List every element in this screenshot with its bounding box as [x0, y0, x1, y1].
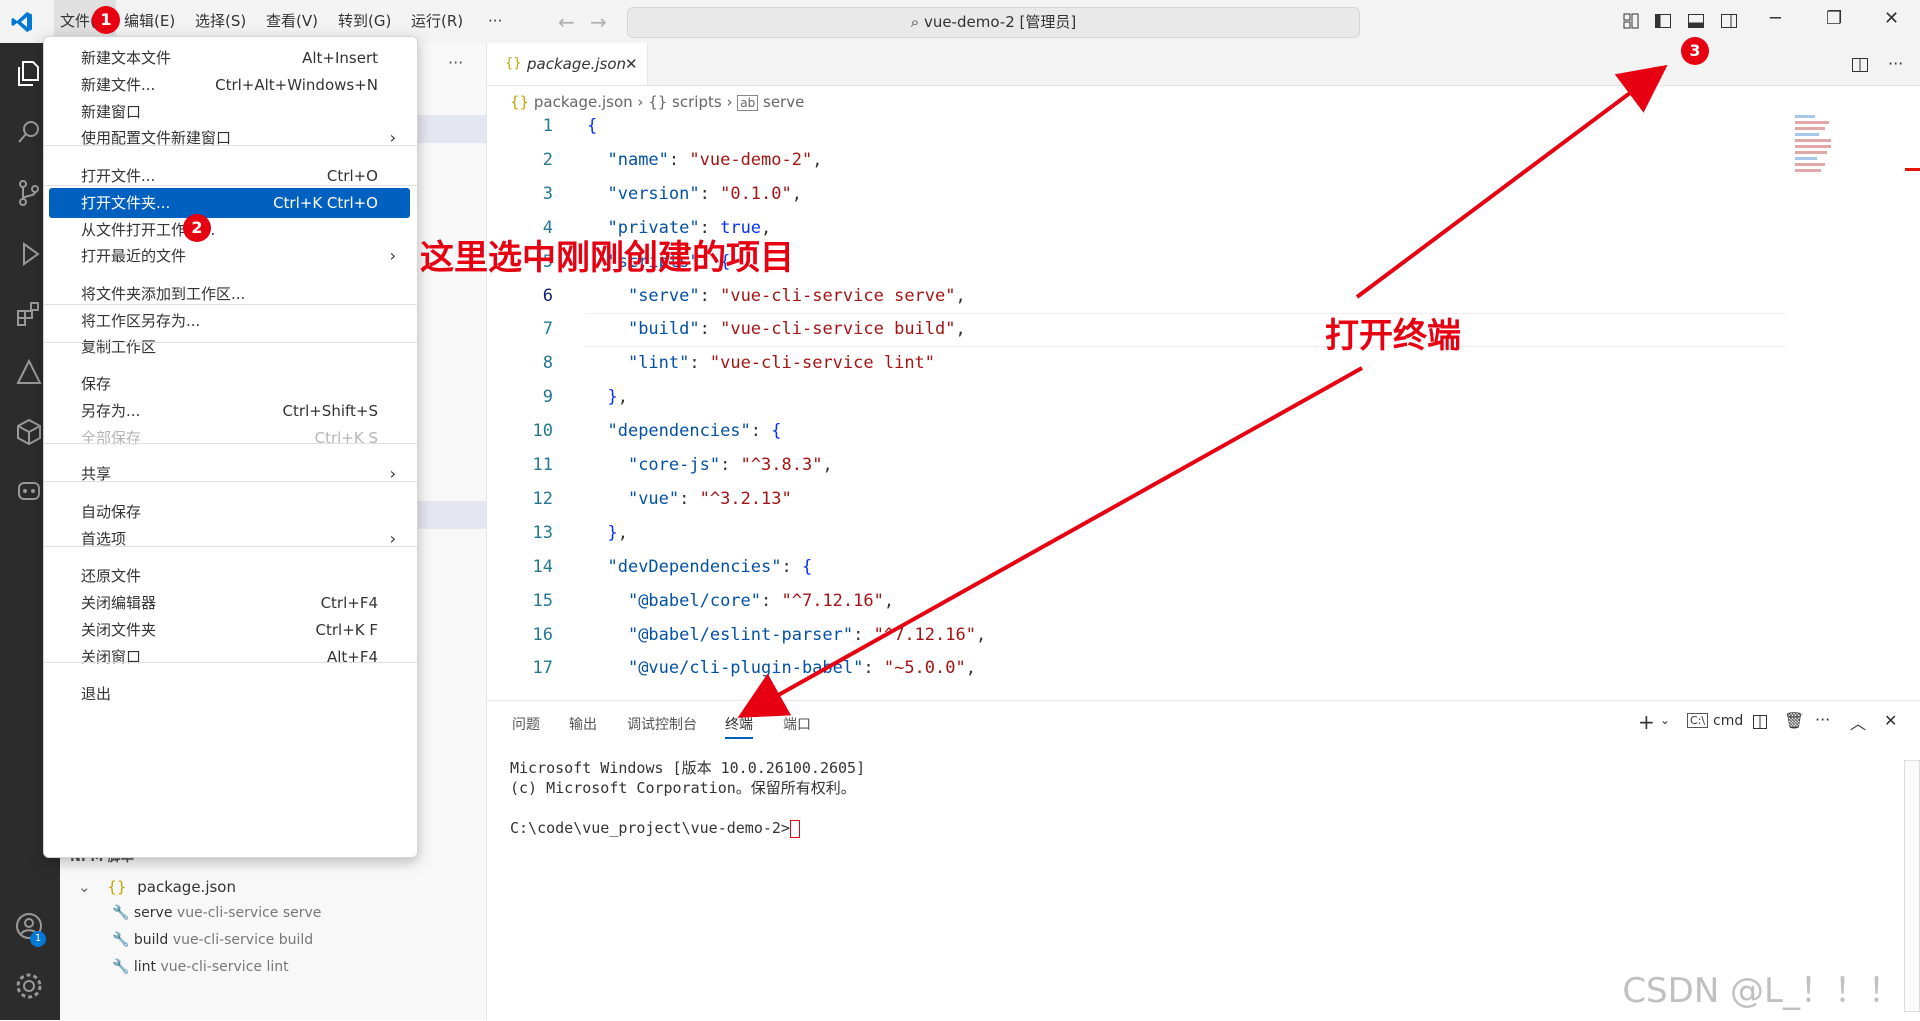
step-badge-1: 1 — [92, 6, 120, 34]
step-badge-3: 3 — [1681, 37, 1709, 65]
watermark: CSDN @L_！！！ — [1622, 971, 1902, 1011]
arrow-to-terminal-tab — [737, 366, 1363, 718]
annotation-arrows — [737, 64, 1668, 718]
annotation-open-folder: 这里选中刚刚创建的项目 — [420, 238, 794, 278]
step-badge-2: 2 — [183, 214, 211, 242]
arrow-to-toggle-panel — [1355, 64, 1668, 299]
annotation-open-terminal: 打开终端 — [1325, 316, 1461, 356]
